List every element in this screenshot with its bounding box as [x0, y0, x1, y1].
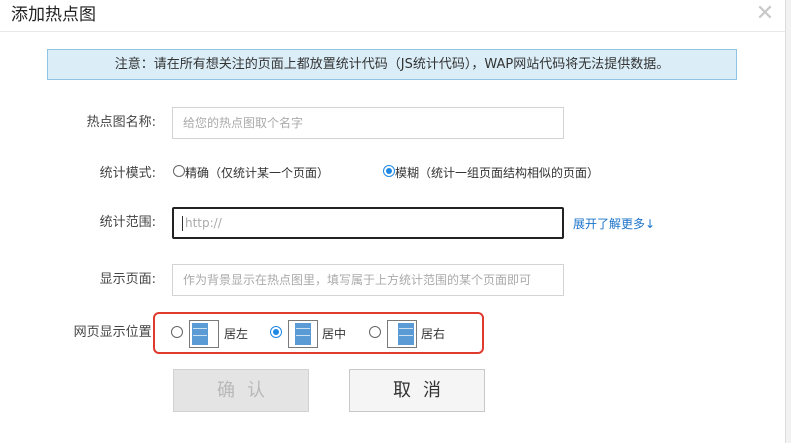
mode-fuzzy-radio[interactable] — [383, 165, 395, 177]
position-center-label[interactable]: 居中 — [322, 326, 346, 342]
align-left-layout-icon[interactable] — [189, 320, 219, 348]
range-url-placeholder: http:// — [185, 216, 222, 230]
mode-exact-radio[interactable] — [173, 165, 185, 177]
align-right-layout-icon[interactable] — [387, 320, 417, 348]
position-left-label[interactable]: 居左 — [224, 326, 248, 342]
position-right-label[interactable]: 居右 — [421, 326, 445, 342]
dialog-title: 添加热点图 — [11, 5, 96, 25]
mode-label: 统计模式: — [99, 166, 156, 181]
display-page-input[interactable]: 作为背景显示在热点图里，填写属于上方统计范围的某个页面即可 — [172, 264, 564, 296]
title-divider — [0, 31, 785, 32]
position-left-radio[interactable] — [171, 326, 183, 338]
notice-banner: 注意：请在所有想关注的页面上都放置统计代码（JS统计代码），WAP网站代码将无法… — [47, 49, 737, 80]
mode-exact-label[interactable]: 精确（仅统计某一个页面） — [185, 165, 329, 181]
position-center-radio[interactable] — [270, 326, 282, 338]
position-right-radio[interactable] — [369, 326, 381, 338]
range-label: 统计范围: — [99, 215, 156, 230]
display-page-label: 显示页面: — [99, 272, 156, 287]
add-heatmap-dialog: 添加热点图 ✕ 注意：请在所有想关注的页面上都放置统计代码（JS统计代码），WA… — [0, 0, 785, 443]
confirm-button[interactable]: 确认 — [173, 369, 309, 412]
position-label: 网页显示位置: — [73, 325, 156, 340]
close-icon[interactable]: ✕ — [754, 3, 776, 25]
heatmap-name-label: 热点图名称: — [86, 115, 156, 130]
cancel-button[interactable]: 取消 — [349, 369, 485, 412]
align-center-layout-icon[interactable] — [288, 320, 318, 348]
heatmap-name-input[interactable]: 给您的热点图取个名字 — [172, 107, 564, 139]
background-window-edge — [785, 0, 791, 443]
text-caret — [182, 216, 183, 231]
mode-fuzzy-label[interactable]: 模糊（统计一组页面结构相似的页面） — [395, 165, 599, 181]
expand-more-link[interactable]: 展开了解更多↓ — [573, 216, 655, 232]
range-url-input[interactable]: http:// — [172, 207, 564, 239]
